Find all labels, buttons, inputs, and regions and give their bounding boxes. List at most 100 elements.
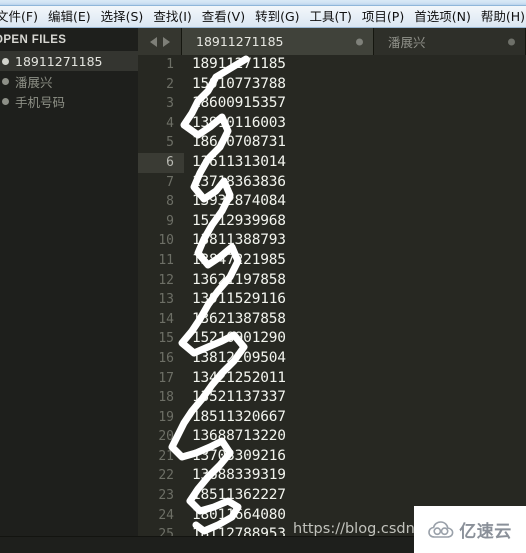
- line-number: 2: [166, 76, 174, 92]
- menu-item-preferences[interactable]: 首选项(N): [409, 6, 476, 27]
- line-text: 13688339319: [192, 467, 286, 484]
- line-number: 6: [138, 152, 184, 173]
- sidebar: OPEN FILES 18911271185 潘展兴 手机号码: [0, 28, 138, 553]
- code-line[interactable]: 11 13847221985: [138, 251, 526, 271]
- line-number: 16: [158, 350, 174, 366]
- file-dot-icon: [2, 97, 9, 105]
- line-text: 18600915357: [192, 95, 286, 112]
- code-line[interactable]: 18 13521137337: [138, 388, 526, 408]
- menu-item-file[interactable]: 文件(F): [0, 6, 43, 27]
- line-number: 14: [158, 311, 174, 327]
- sidebar-item-18911271185[interactable]: 18911271185: [0, 51, 138, 71]
- sidebar-item-shoujihaoma[interactable]: 手机号码: [0, 91, 138, 111]
- sidebar-item-label: 手机号码: [15, 94, 66, 110]
- line-text: 13521137337: [192, 389, 286, 406]
- code-line[interactable]: 1 18911271185: [138, 55, 526, 75]
- arrow-right-icon[interactable]: [162, 36, 170, 47]
- arrow-left-icon[interactable]: [149, 36, 157, 47]
- file-dot-icon: [2, 77, 9, 85]
- line-number: 11: [158, 252, 174, 268]
- line-text: 13718363836: [192, 173, 286, 190]
- code-line[interactable]: 14 13621387858: [138, 310, 526, 330]
- menu-item-goto[interactable]: 转到(G): [250, 6, 304, 27]
- tab-nav-buttons: [138, 28, 182, 55]
- code-line[interactable]: 21 13703309216: [138, 447, 526, 467]
- line-number: 9: [166, 213, 174, 229]
- line-text: 18911271185: [192, 56, 286, 72]
- brand-label: 亿速云: [459, 522, 512, 542]
- code-line[interactable]: 3 18600915357: [138, 94, 526, 114]
- code-line[interactable]: 7 13718363836: [138, 173, 526, 193]
- line-text: 13621387858: [192, 310, 286, 327]
- sidebar-item-label: 18911271185: [15, 53, 103, 69]
- tab-modified-dot-icon[interactable]: [508, 38, 515, 45]
- code-line[interactable]: 8 13932874084: [138, 192, 526, 212]
- code-line[interactable]: 23 18511362227: [138, 486, 526, 506]
- code-line[interactable]: 4 13910116003: [138, 114, 526, 134]
- code-line[interactable]: 6 13611313014: [138, 152, 526, 173]
- menu-item-find[interactable]: 查找(I): [148, 6, 196, 27]
- line-text: 13421252011: [192, 369, 286, 386]
- line-text: 18511320667: [192, 408, 286, 425]
- code-line[interactable]: 16 13812209504: [138, 349, 526, 369]
- menu-item-project[interactable]: 项目(P): [357, 6, 409, 27]
- line-number: 15: [158, 331, 174, 347]
- line-text: 15210901290: [192, 330, 286, 347]
- line-number: 1: [166, 57, 174, 72]
- sidebar-header: OPEN FILES: [0, 34, 67, 46]
- code-line[interactable]: 15 15210901290: [138, 329, 526, 349]
- line-number: 23: [158, 488, 174, 504]
- menu-item-selection[interactable]: 选择(S): [96, 6, 149, 27]
- line-text: 18511362227: [192, 487, 286, 504]
- code-line[interactable]: 22 13688339319: [138, 466, 526, 486]
- menu-item-help[interactable]: 帮助(H): [476, 6, 526, 27]
- line-text: 13703309216: [192, 447, 286, 464]
- line-text: 18011664080: [192, 506, 286, 523]
- line-text: 13621197858: [192, 271, 286, 288]
- line-number: 8: [166, 194, 174, 210]
- tab-label: 18911271185: [196, 34, 284, 49]
- sidebar-item-panzhanxing[interactable]: 潘展兴: [0, 71, 138, 91]
- line-number: 4: [166, 115, 174, 131]
- line-text: 13910116003: [192, 114, 286, 131]
- line-number: 25: [158, 527, 174, 536]
- menu-item-tools[interactable]: 工具(T): [305, 6, 357, 27]
- line-text: 13932874084: [192, 193, 286, 210]
- line-number: 12: [158, 272, 174, 288]
- tab-panzhanxing[interactable]: 潘展兴: [374, 28, 526, 55]
- menu-item-view[interactable]: 查看(V): [197, 6, 250, 27]
- tab-18911271185[interactable]: 18911271185: [182, 28, 374, 55]
- tab-bar: 18911271185 潘展兴: [138, 28, 526, 55]
- code-line[interactable]: 12 13621197858: [138, 271, 526, 291]
- code-line[interactable]: 10 13811388793: [138, 231, 526, 251]
- line-number: 13: [158, 292, 174, 308]
- line-number: 3: [166, 96, 174, 112]
- line-number: 19: [158, 409, 174, 425]
- line-text: 18112788953: [192, 526, 286, 536]
- line-number: 10: [158, 233, 174, 249]
- line-number: 17: [158, 370, 174, 386]
- line-text: 13812209504: [192, 349, 286, 366]
- line-text: 13611313014: [192, 153, 286, 170]
- line-text: 13811388793: [192, 232, 286, 249]
- sublime-text-window: 文件(F) 编辑(E) 选择(S) 查找(I) 查看(V) 转到(G) 工具(T…: [0, 0, 526, 553]
- line-number: 7: [166, 174, 174, 190]
- code-editor[interactable]: 1 18911271185 2 15910773788 3 18600915357 4 139…: [138, 55, 526, 536]
- brand-watermark: 亿速云: [414, 506, 526, 553]
- menu-item-edit[interactable]: 编辑(E): [43, 6, 96, 27]
- line-number: 20: [158, 429, 174, 445]
- code-line[interactable]: 5 18640708731: [138, 133, 526, 153]
- code-line[interactable]: 17 13421252011: [138, 369, 526, 389]
- code-line[interactable]: 20 13688713220: [138, 427, 526, 447]
- line-text: 18640708731: [192, 134, 286, 151]
- line-text: 13911529116: [192, 291, 286, 308]
- code-line[interactable]: 13 13911529116: [138, 290, 526, 310]
- line-text: 15910773788: [192, 75, 286, 92]
- code-line[interactable]: 2 15910773788: [138, 75, 526, 95]
- code-line[interactable]: 9 15712939968: [138, 212, 526, 232]
- code-line[interactable]: 19 18511320667: [138, 408, 526, 428]
- tab-modified-dot-icon[interactable]: [356, 38, 363, 45]
- line-text: 13847221985: [192, 251, 286, 268]
- line-number: 24: [158, 507, 174, 523]
- line-number: 22: [158, 468, 174, 484]
